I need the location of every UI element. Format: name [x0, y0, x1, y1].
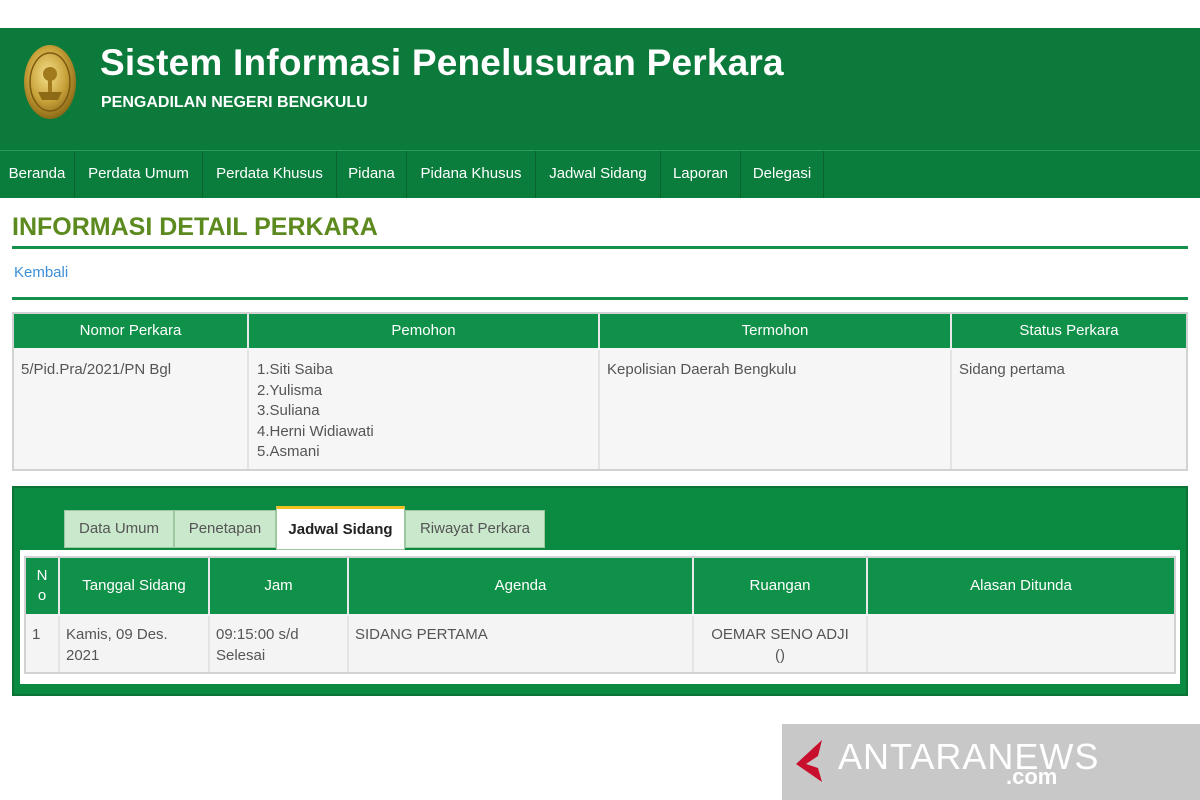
nav-item-delegasi[interactable]: Delegasi: [741, 151, 824, 198]
nav-item-laporan[interactable]: Laporan: [661, 151, 741, 198]
col-header-status-perkara: Status Perkara: [952, 314, 1186, 348]
app-title: Sistem Informasi Penelusuran Perkara: [100, 42, 784, 83]
heading-divider: [12, 246, 1188, 249]
tab-data-umum[interactable]: Data Umum: [64, 510, 174, 548]
pemohon-item: 4.Herni Widiawati: [257, 422, 374, 440]
pemohon-item: 5.Asmani: [257, 443, 320, 460]
nav-item-beranda[interactable]: Beranda: [0, 151, 75, 198]
case-info-table: Nomor Perkara Pemohon Termohon Status Pe…: [12, 312, 1188, 471]
col-header-alasan-ditunda: Alasan Ditunda: [868, 558, 1174, 614]
cell-termohon: Kepolisian Daerah Bengkulu: [600, 350, 952, 469]
nav-item-perdata-umum[interactable]: Perdata Umum: [75, 151, 203, 198]
watermark-suffix: .com: [1006, 764, 1058, 789]
jam-line: Selesai: [216, 647, 266, 664]
tab-riwayat-perkara[interactable]: Riwayat Perkara: [405, 510, 545, 548]
nav-item-perdata-khusus[interactable]: Perdata Khusus: [203, 151, 337, 198]
detail-tab-panel: Data Umum Penetapan Jadwal Sidang Riwaya…: [12, 486, 1188, 696]
back-link[interactable]: Kembali: [14, 264, 68, 281]
tanggal-line: 2021: [66, 647, 100, 664]
col-header-agenda: Agenda: [349, 558, 694, 614]
col-header-nomor-perkara: Nomor Perkara: [14, 314, 249, 348]
watermark-brand: ANTARANEWS: [838, 736, 1100, 777]
cell-jam: 09:15:00 s/d Selesai: [210, 616, 349, 672]
cell-status-perkara: Sidang pertama: [959, 361, 1065, 378]
tab-jadwal-sidang[interactable]: Jadwal Sidang: [276, 506, 405, 550]
schedule-table: N o Tanggal Sidang Jam Agenda Ruangan Al…: [24, 556, 1176, 674]
col-header-termohon: Termohon: [600, 314, 952, 348]
page-title: INFORMASI DETAIL PERKARA: [12, 213, 378, 241]
pemohon-item: 3.Suliana: [257, 402, 320, 419]
back-divider: [12, 297, 1188, 300]
cell-nomor-perkara: 5/Pid.Pra/2021/PN Bgl: [14, 350, 249, 469]
tanggal-line: Kamis, 09 Des.: [66, 626, 168, 643]
main-nav: Beranda Perdata Umum Perdata Khusus Pida…: [0, 150, 1200, 198]
col-header-jam: Jam: [210, 558, 349, 614]
pemohon-item: 1.Siti Saiba: [257, 361, 333, 378]
cell-alasan-ditunda: [868, 616, 1174, 672]
col-header-no: N o: [26, 558, 60, 614]
app-subtitle: PENGADILAN NEGERI BENGKULU: [101, 94, 368, 111]
col-header-pemohon: Pemohon: [249, 314, 600, 348]
antaranews-watermark: ANTARANEWS .com: [782, 724, 1200, 800]
ruangan-line: OEMAR SENO ADJI: [711, 626, 849, 643]
nav-item-pidana-khusus[interactable]: Pidana Khusus: [407, 151, 536, 198]
cell-tanggal-sidang: Kamis, 09 Des. 2021: [60, 616, 210, 672]
col-header-tanggal-sidang: Tanggal Sidang: [60, 558, 210, 614]
col-header-no-line2: o: [37, 587, 47, 604]
jam-line: 09:15:00 s/d: [216, 626, 299, 643]
cell-ruangan: OEMAR SENO ADJI (): [694, 616, 868, 672]
court-emblem-icon: [24, 45, 76, 119]
nav-item-jadwal-sidang[interactable]: Jadwal Sidang: [536, 151, 661, 198]
ruangan-line: (): [775, 647, 785, 664]
top-strip: [0, 0, 1200, 28]
site-header: Sistem Informasi Penelusuran Perkara PEN…: [0, 28, 1200, 150]
pemohon-item: 2.Yulisma: [257, 381, 323, 399]
tab-penetapan[interactable]: Penetapan: [174, 510, 276, 548]
col-header-ruangan: Ruangan: [694, 558, 868, 614]
cell-no: 1: [26, 616, 60, 672]
tab-content: N o Tanggal Sidang Jam Agenda Ruangan Al…: [20, 550, 1180, 684]
cell-agenda: SIDANG PERTAMA: [349, 616, 694, 672]
nav-item-pidana[interactable]: Pidana: [337, 151, 407, 198]
antara-logo-icon: [796, 740, 822, 782]
col-header-no-line1: N: [36, 567, 48, 584]
cell-pemohon: 1.Siti Saiba 2.Yulisma 3.Suliana 4.Herni…: [249, 350, 600, 469]
